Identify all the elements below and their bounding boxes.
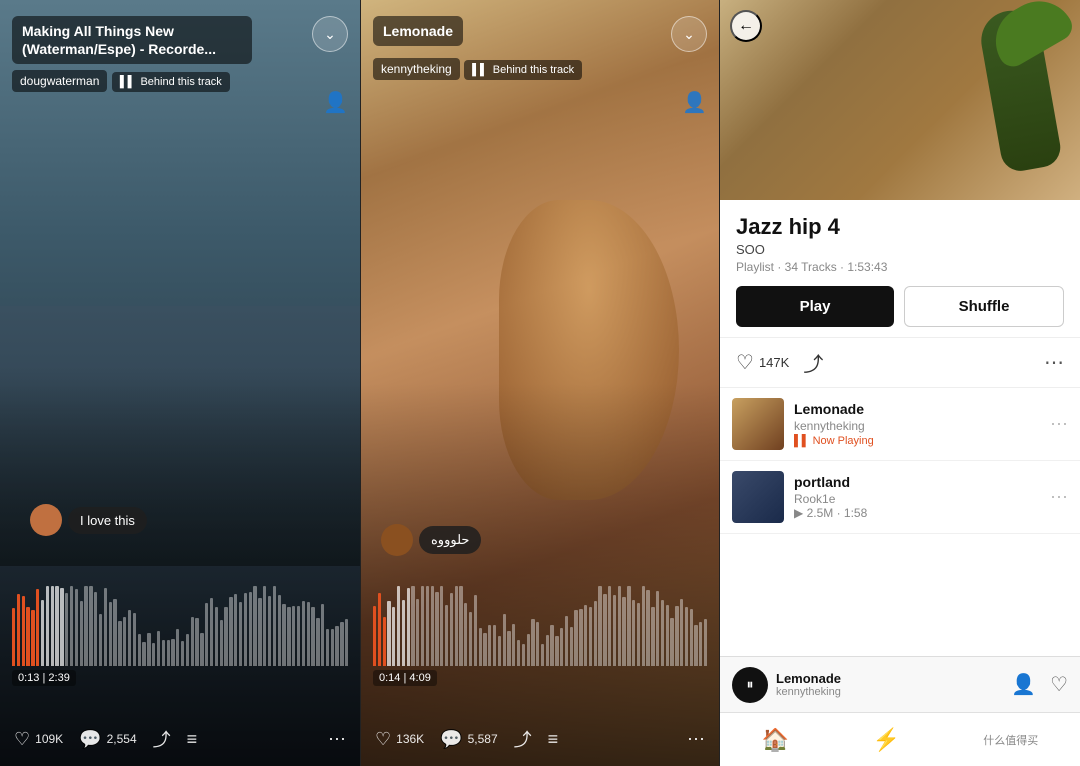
- track-item-portland[interactable]: portland Rook1e ▶ 2.5M · 1:58 ⋯: [720, 461, 1080, 534]
- panel-1: Making All Things New (Waterman/Espe) - …: [0, 0, 360, 766]
- share2-icon: ⤴: [514, 726, 532, 752]
- comment2-icon: 💬: [440, 729, 462, 750]
- panel1-artist[interactable]: dougwaterman: [12, 70, 107, 92]
- lightning-icon: ⚡: [872, 727, 899, 753]
- track-thumb-portland: [732, 471, 784, 523]
- panel2-waveform[interactable]: [373, 566, 707, 666]
- panel2-track-title: Lemonade: [373, 16, 463, 46]
- panel2-artist[interactable]: kennytheking: [373, 58, 460, 80]
- panel3-cover: ←: [720, 0, 1080, 200]
- panel2-avatar: [381, 524, 413, 556]
- play-button[interactable]: Play: [736, 286, 894, 327]
- panel1-comment-text: I love this: [68, 507, 147, 534]
- playlist2-icon: ≡: [548, 729, 559, 750]
- panel2-share-btn[interactable]: ⤴: [514, 726, 532, 752]
- waveform-playing-icon: ▌▌: [794, 435, 810, 447]
- playlist-info: Jazz hip 4 SOO Playlist · 34 Tracks · 1:…: [720, 200, 1080, 338]
- panel-3: ← Jazz hip 4 SOO Playlist · 34 Tracks · …: [720, 0, 1080, 766]
- bottom-nav: 🏠 ⚡ 什么值得买: [720, 712, 1080, 766]
- track-info-lemonade: Lemonade kennytheking ▌▌ Now Playing: [794, 401, 1040, 447]
- panel1-actions: ♡ 109K 💬 2,554 ⤴ ≡ ⋯: [0, 718, 360, 766]
- nav-home[interactable]: 🏠: [762, 727, 789, 753]
- track-artist-portland: Rook1e: [794, 492, 1040, 506]
- playlist-meta: Playlist · 34 Tracks · 1:53:43: [736, 260, 1064, 274]
- panel3-back-header: ←: [730, 10, 762, 42]
- panel-2: Lemonade ⌄ kennytheking ▌▌ Behind this t…: [360, 0, 720, 766]
- comment-icon: 💬: [79, 729, 101, 750]
- playlist-share-icon: ⤴: [803, 348, 823, 377]
- playlist-like-btn[interactable]: ♡ 147K: [736, 350, 789, 375]
- panel2-title-row: Lemonade ⌄: [373, 16, 707, 52]
- playlist-share-btn[interactable]: ⤴: [803, 348, 823, 377]
- track-more-portland[interactable]: ⋯: [1050, 487, 1068, 508]
- playlist-author: SOO: [736, 242, 1064, 257]
- panel1-time: 0:13 | 2:39: [12, 670, 76, 686]
- panel1-like-btn[interactable]: ♡ 109K: [14, 729, 63, 750]
- panel1-playlist-btn[interactable]: ≡: [187, 729, 198, 750]
- playlist-icon: ≡: [187, 729, 198, 750]
- panel1-header: Making All Things New (Waterman/Espe) - …: [0, 0, 360, 102]
- playlist-social: ♡ 147K ⤴ ⋯: [720, 338, 1080, 388]
- panel2-behind-track[interactable]: ▌▌ Behind this track: [464, 60, 582, 80]
- waveform2-icon: ▌▌: [472, 64, 488, 76]
- panel1-avatar: [30, 504, 62, 536]
- home-icon: 🏠: [762, 727, 789, 753]
- track-name-lemonade: Lemonade: [794, 401, 1040, 417]
- player-pause-button[interactable]: ⏸: [732, 667, 768, 703]
- player-profile-icon[interactable]: 👤: [1011, 672, 1036, 697]
- track-list: Lemonade kennytheking ▌▌ Now Playing ⋯ p…: [720, 388, 1080, 656]
- panel2-down-arrow[interactable]: ⌄: [671, 16, 707, 52]
- panel1-more-btn[interactable]: ⋯: [328, 729, 346, 750]
- nav-watermark[interactable]: 什么值得买: [983, 732, 1038, 748]
- panel2-comment-btn[interactable]: 💬 5,587: [440, 729, 497, 750]
- panel2-waveform-container[interactable]: 0:14 | 4:09: [361, 566, 719, 686]
- player-bar: ⏸ Lemonade kennytheking 👤 ♡: [720, 656, 1080, 712]
- heart-icon: ♡: [14, 729, 30, 750]
- panel1-down-arrow[interactable]: ⌄: [312, 16, 348, 52]
- track-info-portland: portland Rook1e ▶ 2.5M · 1:58: [794, 474, 1040, 520]
- nav-lightning[interactable]: ⚡: [872, 727, 899, 753]
- playlist-more-btn[interactable]: ⋯: [1044, 350, 1064, 375]
- share-icon: ⤴: [153, 726, 171, 752]
- playlist-heart-icon: ♡: [736, 350, 754, 375]
- panel1-waveform[interactable]: [12, 566, 348, 666]
- player-info: Lemonade kennytheking: [776, 671, 1003, 698]
- panel2-actions: ♡ 136K 💬 5,587 ⤴ ≡ ⋯: [361, 718, 719, 766]
- panel1-title-row: Making All Things New (Waterman/Espe) - …: [12, 16, 348, 64]
- playlist-title: Jazz hip 4: [736, 214, 1064, 240]
- panel2-comment: حلوووه: [381, 524, 481, 556]
- player-track-name: Lemonade: [776, 671, 1003, 686]
- panel2-comment-text: حلوووه: [419, 526, 481, 554]
- shuffle-button[interactable]: Shuffle: [904, 286, 1064, 327]
- panel2-playlist-btn[interactable]: ≡: [548, 729, 559, 750]
- panel1-comment-btn[interactable]: 💬 2,554: [79, 729, 136, 750]
- panel1-share-btn[interactable]: ⤴: [153, 726, 171, 752]
- player-heart-icon[interactable]: ♡: [1050, 672, 1068, 697]
- now-playing-badge: ▌▌ Now Playing: [794, 435, 1040, 447]
- track-more-lemonade[interactable]: ⋯: [1050, 414, 1068, 435]
- track-meta-portland: ▶ 2.5M · 1:58: [794, 506, 1040, 520]
- heart2-icon: ♡: [375, 729, 391, 750]
- player-artist: kennytheking: [776, 686, 1003, 698]
- panel1-add-user[interactable]: 👤: [323, 90, 348, 115]
- playlist-buttons: Play Shuffle: [736, 286, 1064, 327]
- panel2-header: Lemonade ⌄ kennytheking ▌▌ Behind this t…: [361, 0, 719, 90]
- track-thumb-lemonade: [732, 398, 784, 450]
- panel1-behind-track[interactable]: ▌▌ Behind this track: [112, 72, 230, 92]
- panel2-more-btn[interactable]: ⋯: [687, 729, 705, 750]
- panel1-track-title: Making All Things New (Waterman/Espe) - …: [12, 16, 252, 64]
- panel1-waveform-container[interactable]: 0:13 | 2:39: [0, 566, 360, 686]
- panel2-like-btn[interactable]: ♡ 136K: [375, 729, 424, 750]
- player-actions: 👤 ♡: [1011, 672, 1068, 697]
- waveform-icon: ▌▌: [120, 76, 136, 88]
- track-name-portland: portland: [794, 474, 1040, 490]
- panel2-time: 0:14 | 4:09: [373, 670, 437, 686]
- back-button[interactable]: ←: [730, 10, 762, 42]
- panel2-add-user[interactable]: 👤: [682, 90, 707, 115]
- track-item-lemonade[interactable]: Lemonade kennytheking ▌▌ Now Playing ⋯: [720, 388, 1080, 461]
- panel1-comment: I love this: [30, 504, 147, 536]
- track-artist-lemonade: kennytheking: [794, 419, 1040, 433]
